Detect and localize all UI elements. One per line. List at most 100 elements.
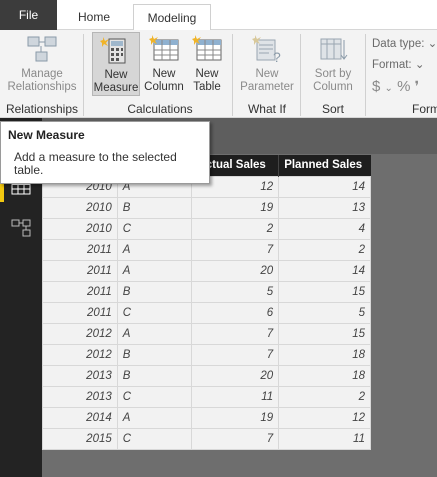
cell-year[interactable]: 2013 xyxy=(42,385,118,409)
currency-button[interactable]: $ xyxy=(372,78,380,95)
group-formatting-label: Form xyxy=(412,102,437,116)
cell-year[interactable]: 2011 xyxy=(42,301,118,324)
cell-year[interactable]: 2013 xyxy=(42,364,118,387)
sort-by-column-button[interactable]: Sort by Column xyxy=(304,32,362,96)
new-parameter-label: New Parameter xyxy=(240,68,294,93)
cell-actual-sales[interactable]: 7 xyxy=(191,322,280,345)
chevron-down-icon: ⌄ xyxy=(384,83,393,94)
tooltip-title: New Measure xyxy=(8,128,85,142)
cell-year[interactable]: 2014 xyxy=(42,407,118,430)
new-parameter-button[interactable]: ? New Parameter xyxy=(238,32,296,96)
cell-year[interactable]: 2011 xyxy=(42,238,118,261)
manage-relationships-label: Manage Relationships xyxy=(7,68,77,93)
table-row: 2012 A 7 15 xyxy=(42,322,371,345)
table-row: 2015 C 7 11 xyxy=(42,428,371,451)
cell-planned-sales[interactable]: 11 xyxy=(278,428,371,451)
cell-planned-sales[interactable]: 5 xyxy=(278,301,371,324)
cell-region[interactable]: C xyxy=(116,428,193,451)
cell-region[interactable]: A xyxy=(116,407,193,430)
format-dropdown[interactable]: Format: ⌄ xyxy=(372,55,437,76)
cell-year[interactable]: 2010 xyxy=(42,196,118,219)
sort-by-column-label: Sort by Column xyxy=(313,68,353,93)
column-header-planned-sales[interactable]: Planned Sales xyxy=(278,155,371,176)
cell-actual-sales[interactable]: 7 xyxy=(191,343,280,366)
table-row: 2010 B 19 13 xyxy=(42,196,371,219)
cell-region[interactable]: A xyxy=(116,322,193,345)
cell-region[interactable]: B xyxy=(116,343,193,366)
cell-year[interactable]: 2012 xyxy=(42,322,118,345)
parameter-icon: ? xyxy=(252,35,281,64)
percent-button[interactable]: % xyxy=(397,78,410,95)
ribbon-tab-bar: File Home Modeling xyxy=(0,0,437,31)
svg-text:?: ? xyxy=(273,49,281,64)
cell-region[interactable]: B xyxy=(116,196,193,219)
sort-icon xyxy=(320,38,348,60)
cell-actual-sales[interactable]: 7 xyxy=(191,428,280,451)
table-row: 2014 A 19 12 xyxy=(42,407,371,430)
new-measure-label: New Measure xyxy=(93,69,139,94)
ribbon-separator xyxy=(365,34,366,116)
cell-year[interactable]: 2010 xyxy=(42,217,118,240)
cell-actual-sales[interactable]: 2 xyxy=(191,217,280,240)
cell-actual-sales[interactable]: 6 xyxy=(191,301,280,324)
cell-region[interactable]: C xyxy=(116,301,193,324)
format-label: Format: xyxy=(372,59,412,71)
cell-planned-sales[interactable]: 15 xyxy=(278,280,371,303)
tab-home[interactable]: Home xyxy=(64,4,124,30)
cell-planned-sales[interactable]: 14 xyxy=(278,259,371,282)
cell-planned-sales[interactable]: 12 xyxy=(278,407,371,430)
cell-region[interactable]: B xyxy=(116,280,193,303)
group-sort-label: Sort xyxy=(321,102,344,116)
manage-relationships-button[interactable]: Manage Relationships xyxy=(4,32,80,96)
ribbon-modeling: Manage Relationships Relationships New M… xyxy=(0,30,437,118)
ribbon-separator xyxy=(83,34,84,116)
cell-region[interactable]: A xyxy=(116,238,193,261)
cell-planned-sales[interactable]: 15 xyxy=(278,322,371,345)
cell-year[interactable]: 2011 xyxy=(42,280,118,303)
cell-year[interactable]: 2011 xyxy=(42,259,118,282)
cell-actual-sales[interactable]: 19 xyxy=(191,407,280,430)
chevron-down-icon: ⌄ xyxy=(414,59,425,71)
model-view-icon[interactable] xyxy=(11,219,31,237)
new-table-label: New Table xyxy=(193,68,221,93)
cell-actual-sales[interactable]: 5 xyxy=(191,280,280,303)
cell-actual-sales[interactable]: 20 xyxy=(191,364,280,387)
new-table-icon xyxy=(192,35,222,61)
comma-button[interactable]: ❜ xyxy=(415,78,420,94)
cell-planned-sales[interactable]: 2 xyxy=(278,385,371,409)
cell-planned-sales[interactable]: 18 xyxy=(278,343,371,366)
new-measure-button[interactable]: New Measure xyxy=(92,32,140,96)
cell-planned-sales[interactable]: 4 xyxy=(278,217,371,240)
cell-region[interactable]: B xyxy=(116,364,193,387)
tooltip-body: Add a measure to the selected table. xyxy=(14,150,177,177)
cell-planned-sales[interactable]: 14 xyxy=(278,175,371,198)
cell-region[interactable]: C xyxy=(116,217,193,240)
ribbon-separator xyxy=(300,34,301,116)
group-calculations-label: Calculations xyxy=(127,102,193,116)
ribbon-separator xyxy=(232,34,233,116)
data-type-dropdown[interactable]: Data type: ⌄ xyxy=(372,34,437,55)
cell-planned-sales[interactable]: 13 xyxy=(278,196,371,219)
cell-region[interactable]: A xyxy=(116,259,193,282)
cell-planned-sales[interactable]: 18 xyxy=(278,364,371,387)
table-row: 2011 A 7 2 xyxy=(42,238,371,261)
table-row: 2013 C 11 2 xyxy=(42,385,371,409)
cell-planned-sales[interactable]: 2 xyxy=(278,238,371,261)
tab-modeling[interactable]: Modeling xyxy=(133,4,211,31)
tab-file[interactable]: File xyxy=(0,0,57,30)
table-row: 2010 C 2 4 xyxy=(42,217,371,240)
table-row: 2013 B 20 18 xyxy=(42,364,371,387)
chevron-down-icon: ⌄ xyxy=(427,38,437,50)
cell-region[interactable]: C xyxy=(116,385,193,409)
cell-actual-sales[interactable]: 20 xyxy=(191,259,280,282)
new-column-button[interactable]: New Column xyxy=(142,32,186,96)
cell-actual-sales[interactable]: 7 xyxy=(191,238,280,261)
new-table-button[interactable]: New Table xyxy=(188,32,226,96)
data-table: Actual Sales Planned Sales 2010 A 12 14 201… xyxy=(42,155,371,451)
relationships-icon xyxy=(27,36,57,62)
cell-year[interactable]: 2015 xyxy=(42,428,118,451)
cell-actual-sales[interactable]: 11 xyxy=(191,385,280,409)
table-row: 2012 B 7 18 xyxy=(42,343,371,366)
cell-actual-sales[interactable]: 19 xyxy=(191,196,280,219)
cell-year[interactable]: 2012 xyxy=(42,343,118,366)
